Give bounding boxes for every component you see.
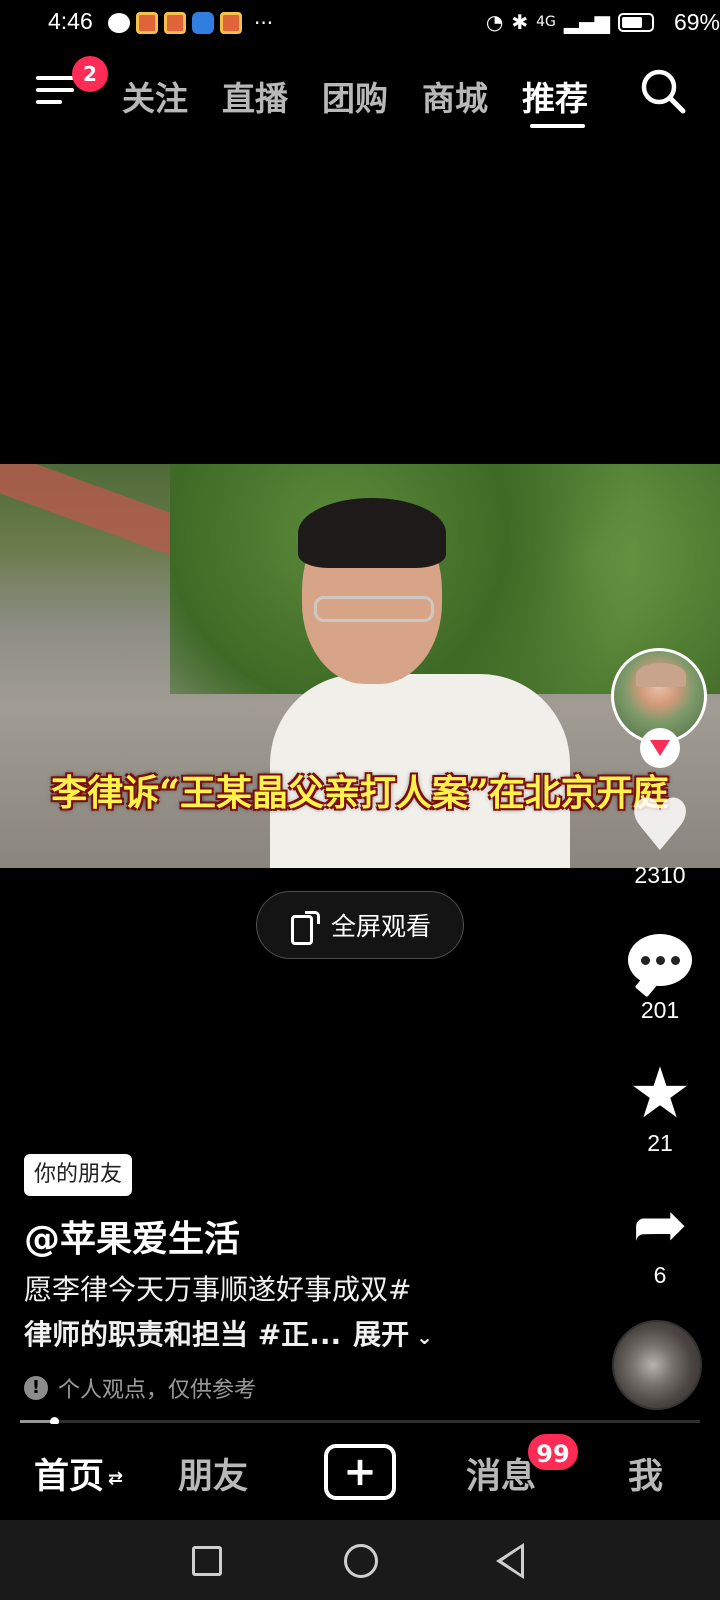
status-bar: 4:46 ··· ◔ ✱ 4G ▂▄▆ 69%: [0, 0, 720, 46]
create-button[interactable]: +: [324, 1444, 396, 1500]
system-nav-bar: [0, 1520, 720, 1600]
video-progress-bar[interactable]: [20, 1417, 700, 1426]
notification-icons: ···: [108, 11, 273, 35]
fullscreen-label: 全屏观看: [330, 912, 431, 941]
browser-notification-icon: [192, 12, 214, 34]
follow-arrow-icon: [650, 740, 670, 756]
plus-icon: +: [343, 1449, 377, 1495]
more-notifications-icon: ···: [254, 11, 274, 35]
battery-icon: [618, 12, 654, 32]
active-tab-indicator: [530, 124, 585, 128]
recent-apps-icon[interactable]: [192, 1546, 222, 1576]
share-arrow-icon: ➦: [632, 1186, 688, 1263]
signal-icon: 4G: [536, 14, 556, 30]
fullscreen-button[interactable]: 全屏观看: [256, 891, 464, 959]
back-icon[interactable]: [496, 1543, 524, 1579]
speed-icon: ◔: [485, 10, 504, 34]
menu-badge: 2: [72, 56, 108, 92]
post-hashtags[interactable]: 律师的职责和担当 #正...: [24, 1318, 341, 1351]
heart-icon: ♥: [627, 783, 693, 867]
star-icon: ★: [628, 1052, 692, 1134]
tab-friends[interactable]: 朋友: [178, 1448, 248, 1499]
bluetooth-icon: ✱: [511, 10, 529, 34]
follow-button[interactable]: [640, 728, 680, 768]
chevron-down-icon: ⌄: [409, 1325, 433, 1349]
status-time: 4:46: [48, 8, 93, 34]
music-disc[interactable]: [612, 1320, 702, 1410]
disclaimer: ! 个人观点，仅供参考: [24, 1372, 256, 1404]
hamburger-icon[interactable]: [36, 76, 74, 108]
signal-bars-icon: ▂▄▆: [563, 10, 610, 34]
tab-home-label: 首页: [34, 1457, 105, 1497]
tab-group-buy[interactable]: 团购: [322, 72, 388, 120]
search-icon[interactable]: [638, 66, 688, 116]
favorite-action[interactable]: ★ 21: [610, 1058, 710, 1157]
friend-tag: 你的朋友: [24, 1154, 133, 1196]
app-notification-icon: [136, 12, 158, 34]
progress-fill: [20, 1420, 54, 1423]
app-notification-icon: [220, 12, 242, 34]
battery-percent: 69%: [673, 9, 720, 35]
system-indicators: ◔ ✱ 4G ▂▄▆: [486, 10, 654, 34]
rotate-screen-icon: [289, 909, 320, 945]
share-count: 6: [653, 1262, 667, 1288]
post-description-line2: 律师的职责和担当 #正... 展开 ⌄: [24, 1313, 433, 1353]
home-icon[interactable]: [344, 1544, 378, 1578]
bottom-tab-bar: 首页 ⇄ 朋友 + 消息 99 我: [0, 1424, 720, 1520]
disclaimer-text: 个人观点，仅供参考: [58, 1378, 257, 1403]
tab-home[interactable]: 首页 ⇄: [34, 1448, 123, 1499]
tab-mall[interactable]: 商城: [422, 72, 488, 120]
comment-count: 201: [640, 997, 680, 1023]
app-notification-icon: [164, 12, 186, 34]
info-icon: !: [24, 1376, 48, 1400]
wechat-icon: [108, 13, 130, 33]
expand-label: 展开: [353, 1318, 410, 1351]
tab-live[interactable]: 直播: [222, 72, 288, 120]
favorite-count: 21: [647, 1130, 673, 1156]
comment-action[interactable]: 201: [610, 925, 710, 1024]
tab-following[interactable]: 关注: [122, 72, 188, 120]
like-action[interactable]: ♥ 2310: [610, 783, 710, 889]
avatar-hat: [636, 663, 686, 687]
like-count: 2310: [634, 862, 686, 888]
comment-bubble-icon: [628, 934, 692, 986]
post-description-line1: 愿李律今天万事顺遂好事成双#: [24, 1273, 412, 1306]
share-action[interactable]: ➦ 6: [610, 1190, 710, 1289]
tab-recommended[interactable]: 推荐: [522, 72, 588, 120]
refresh-icon: ⇄: [108, 1467, 124, 1489]
top-nav: 2 关注 直播 团购 商城 推荐: [0, 56, 720, 136]
messages-badge: 99: [526, 1432, 580, 1472]
author-name[interactable]: @苹果爱生活: [24, 1210, 240, 1262]
tab-me[interactable]: 我: [628, 1448, 663, 1499]
expand-button[interactable]: 展开 ⌄: [353, 1318, 433, 1351]
